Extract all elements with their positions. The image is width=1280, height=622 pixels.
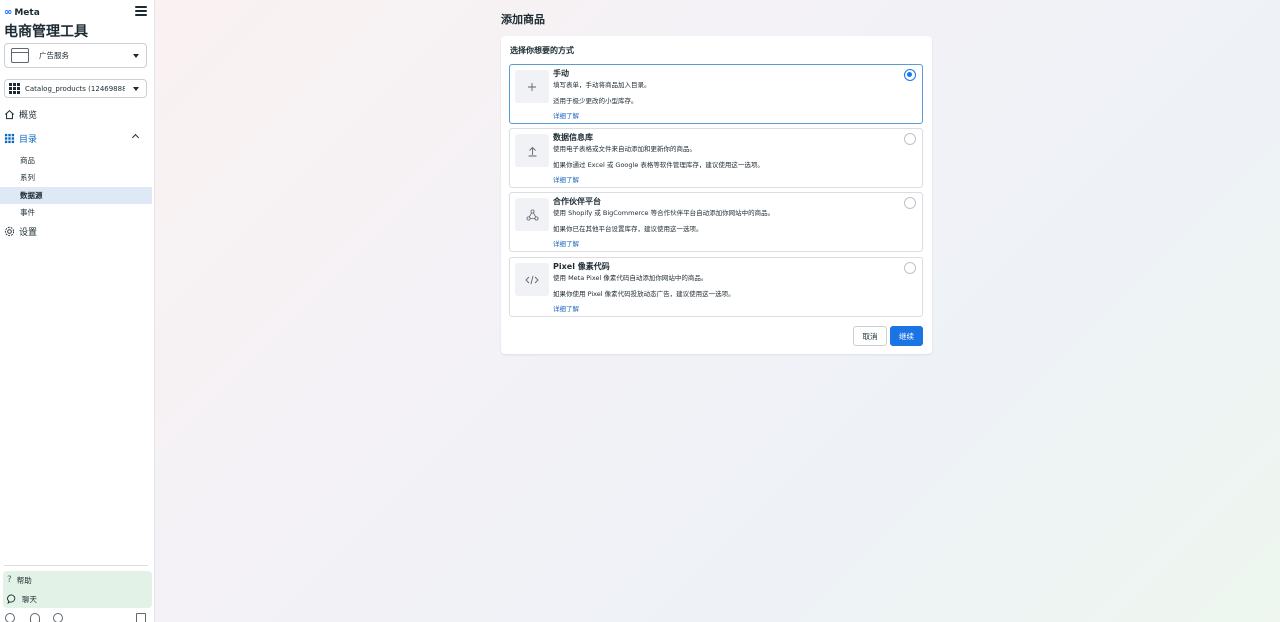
caret-down-icon: [133, 53, 139, 58]
nav-settings[interactable]: 设置: [4, 223, 152, 239]
option-description: 使用 Meta Pixel 像素代码自动添加你网站中的商品。: [553, 274, 708, 282]
learn-more-link[interactable]: 详细了解: [553, 238, 579, 248]
radio-manual[interactable]: [904, 69, 916, 81]
page-title: 添加商品: [501, 13, 545, 26]
option-description: 使用 Shopify 或 BigCommerce 等合作伙伴平台自动添加你网站中…: [553, 209, 775, 217]
learn-more-link[interactable]: 详细了解: [553, 303, 579, 313]
catalog-sub-item-events[interactable]: 事件: [0, 204, 152, 221]
option-data-feed[interactable]: 数据信息库 使用电子表格或文件来自动添加和更新你的商品。 如果你通过 Excel…: [509, 128, 923, 188]
chat-bubble-icon: [7, 594, 16, 604]
question-icon: ?: [7, 575, 12, 585]
option-pixel[interactable]: Pixel 像素代码 使用 Meta Pixel 像素代码自动添加你网站中的商品…: [509, 257, 923, 317]
nav-overview[interactable]: 概览: [4, 106, 152, 122]
option-title: Pixel 像素代码: [553, 262, 610, 271]
menu-icon[interactable]: [135, 6, 147, 18]
catalog-sub-item-data-sources[interactable]: 数据源: [0, 187, 152, 204]
network-icon: [515, 198, 549, 231]
gear-icon[interactable]: [5, 613, 15, 622]
gear-icon: [4, 226, 15, 236]
add-products-card: 选择你想要的方式 手动 填写表单，手动将商品加入目录。 适用于极少更改的小型库存…: [501, 36, 932, 354]
meta-brand: ∞ Meta: [4, 7, 40, 18]
catalog-select-value: Catalog_products (12469888...: [25, 84, 125, 93]
option-title: 手动: [553, 69, 569, 78]
help-label: 帮助: [16, 575, 32, 585]
card-heading: 选择你想要的方式: [510, 46, 574, 55]
option-description: 填写表单，手动将商品加入目录。: [553, 81, 651, 89]
meta-brand-text: Meta: [14, 7, 40, 18]
sidebar: ∞ Meta 电商管理工具 广告服务 Catalog_products (124…: [0, 0, 155, 622]
upload-icon: [515, 134, 549, 167]
cancel-button[interactable]: 取消: [853, 326, 887, 346]
continue-button[interactable]: 继续: [890, 326, 923, 346]
grid-icon: [9, 83, 20, 94]
option-note: 如果你已在其他平台设置库存，建议使用这一选项。: [553, 225, 703, 233]
chat-label: 聊天: [22, 594, 37, 604]
option-title: 合作伙伴平台: [553, 197, 601, 206]
chat-link[interactable]: 聊天: [7, 591, 37, 607]
option-note: 如果你通过 Excel 或 Google 表格等软件管理库存，建议使用这一选项。: [553, 161, 764, 169]
catalog-sub-item-products[interactable]: 商品: [0, 152, 152, 169]
option-description: 使用电子表格或文件来自动添加和更新你的商品。: [553, 145, 696, 153]
learn-more-link[interactable]: 详细了解: [553, 174, 579, 184]
search-icon[interactable]: [53, 613, 63, 622]
nav-catalog[interactable]: 目录: [4, 130, 152, 146]
sidebar-divider: [4, 565, 148, 566]
business-select[interactable]: 广告服务: [4, 43, 147, 68]
code-icon: [515, 263, 549, 296]
learn-more-link[interactable]: 详细了解: [553, 110, 579, 120]
chevron-up-icon[interactable]: [131, 133, 140, 142]
panel-icon[interactable]: [136, 613, 146, 622]
meta-logo-icon: ∞: [4, 7, 13, 18]
radio-data-feed[interactable]: [904, 133, 916, 145]
grid-icon: [4, 133, 15, 143]
catalog-select[interactable]: Catalog_products (12469888...: [4, 79, 147, 98]
help-link[interactable]: ? 帮助: [7, 572, 32, 588]
nav-overview-label: 概览: [19, 110, 38, 121]
option-title: 数据信息库: [553, 133, 593, 142]
radio-pixel[interactable]: [904, 262, 916, 274]
business-select-value: 广告服务: [39, 51, 69, 60]
business-icon: [11, 48, 29, 63]
option-manual[interactable]: 手动 填写表单，手动将商品加入目录。 适用于极少更改的小型库存。 详细了解: [509, 64, 923, 124]
home-icon: [5, 109, 14, 119]
plus-icon: [515, 70, 549, 103]
bell-icon[interactable]: [30, 613, 40, 622]
radio-partner-platform[interactable]: [904, 197, 916, 209]
app-title: 电商管理工具: [4, 24, 88, 40]
caret-down-icon: [133, 86, 139, 91]
catalog-sub-item-sets[interactable]: 系列: [0, 169, 152, 186]
option-partner-platform[interactable]: 合作伙伴平台 使用 Shopify 或 BigCommerce 等合作伙伴平台自…: [509, 192, 923, 252]
option-note: 如果你使用 Pixel 像素代码投放动态广告，建议使用这一选项。: [553, 290, 735, 298]
bottom-toolbar: [5, 613, 151, 622]
help-box: ? 帮助 聊天: [3, 571, 152, 608]
nav-settings-label: 设置: [19, 227, 38, 238]
option-note: 适用于极少更改的小型库存。: [553, 97, 638, 105]
nav-catalog-label: 目录: [19, 134, 38, 145]
